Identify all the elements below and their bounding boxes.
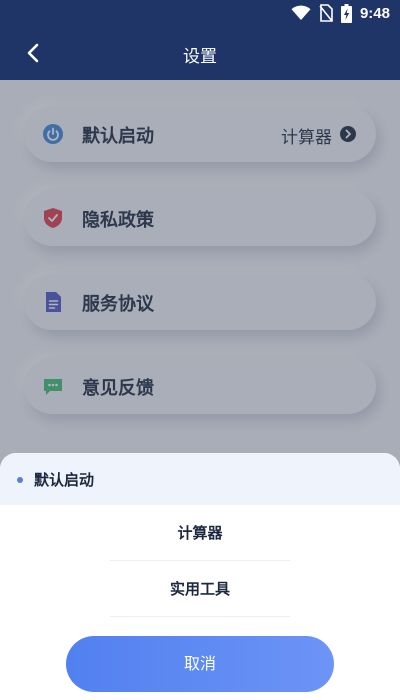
sheet-option-utility-tools[interactable]: 实用工具 [0,561,400,617]
bullet-dot-icon [17,477,23,483]
no-sim-icon [319,4,333,22]
page-title: 设置 [183,47,217,67]
wifi-icon [291,5,311,20]
top-app-bar: 设置 [0,26,400,80]
status-bar: 9:48 [0,0,400,26]
status-time: 9:48 [359,4,390,22]
status-icons: 9:48 [291,3,390,23]
sheet-title: 默认启动 [34,471,95,489]
option-divider [110,616,290,617]
sheet-header: 默认启动 [0,453,400,505]
sheet-option-calculator[interactable]: 计算器 [0,505,400,561]
cancel-button[interactable]: 取消 [66,636,334,692]
battery-charging-icon [340,3,352,23]
bottom-sheet: 默认启动 计算器 实用工具 取消 [0,453,400,700]
